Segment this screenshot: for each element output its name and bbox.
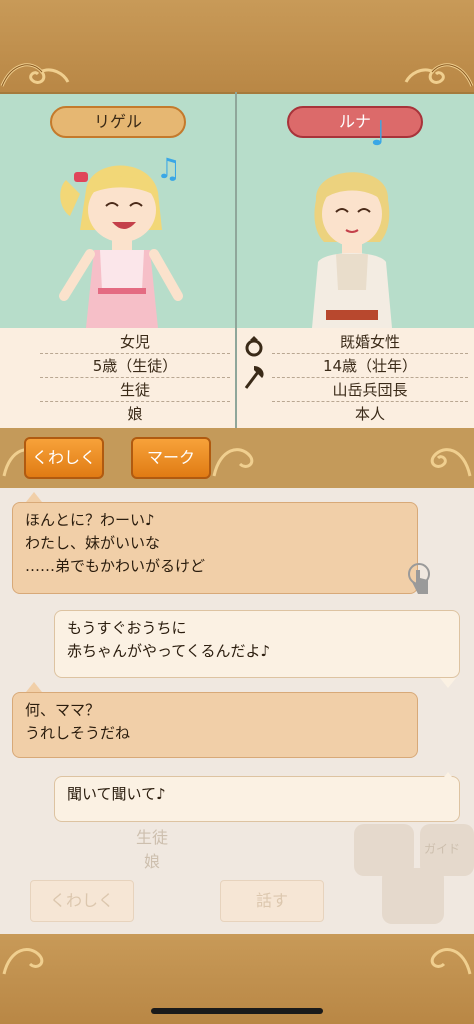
- axe-icon: [244, 366, 264, 389]
- ghost-tile: [382, 868, 444, 924]
- info-left-role: 生徒: [40, 378, 230, 402]
- character-luna-portrait: [312, 172, 392, 328]
- info-right-status: 既婚女性: [272, 330, 468, 354]
- ghost-relation: 娘: [144, 852, 161, 871]
- ghost-talk-button: 話す: [220, 880, 324, 922]
- bubble-tail: [26, 492, 42, 502]
- bubble-tail: [440, 678, 456, 688]
- music-note-icon: ♩: [370, 114, 387, 154]
- chat-bubble-left: 何、ママ？ うれしそうだね: [12, 692, 418, 758]
- ghost-role: 生徒: [136, 828, 169, 847]
- ghost-details-button: くわしく: [30, 880, 134, 922]
- ornament-right-icon: [404, 63, 474, 87]
- chat-bubble-left: ほんとに？わーい♪ わたし、妹がいいな ……弟でもかわいがるけど: [12, 502, 418, 594]
- details-button[interactable]: くわしく: [24, 437, 104, 479]
- character-name-left: リゲル: [50, 106, 186, 138]
- info-left-relation: 娘: [127, 405, 143, 423]
- chat-area: 生徒 娘 くわしく 話す ガイド ほんとに？わーい♪ わたし、妹がいいな ……弟…: [0, 488, 474, 934]
- ornament-right-icon: [430, 948, 472, 975]
- info-right-relation: 本人: [354, 405, 385, 423]
- mark-button[interactable]: マーク: [131, 437, 211, 479]
- ornament-center-icon: [212, 448, 254, 477]
- bubble-tail: [26, 682, 42, 692]
- chat-bubble-right: もうすぐおうちに 赤ちゃんがやってくるんだよ♪: [54, 610, 460, 678]
- top-frame: [0, 0, 474, 92]
- chat-bubble-right: 聞いて聞いて♪: [54, 776, 460, 822]
- touch-hand-icon: [408, 563, 430, 594]
- music-note-icon: ♫: [156, 152, 182, 185]
- info-left-status: 女児: [40, 330, 230, 354]
- home-indicator[interactable]: [151, 1008, 323, 1014]
- ornament-right-icon: [430, 448, 472, 477]
- ghost-guide-label: ガイド: [424, 842, 461, 856]
- ring-icon: [245, 336, 263, 357]
- character-name-right: ルナ: [287, 106, 423, 138]
- info-left-age: 5歳（生徒）: [40, 354, 230, 378]
- ornament-left-icon: [2, 948, 44, 975]
- info-right-age: 14歳（壮年）: [272, 354, 468, 378]
- ornament-left-icon: [0, 63, 70, 87]
- bubble-tail: [440, 772, 456, 782]
- panel-divider: [235, 92, 237, 428]
- info-right-role: 山岳兵団長: [272, 378, 468, 402]
